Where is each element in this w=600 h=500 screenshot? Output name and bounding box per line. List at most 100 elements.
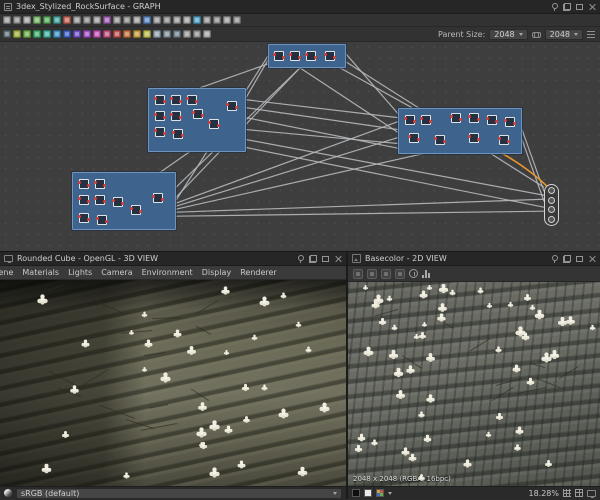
toolbar-icon[interactable] <box>223 16 231 24</box>
toolbar-icon[interactable] <box>213 16 221 24</box>
close-icon[interactable] <box>588 3 596 11</box>
graph-node[interactable] <box>274 51 284 61</box>
background-icon[interactable] <box>381 269 391 279</box>
atomic-node-icon[interactable] <box>103 30 111 38</box>
toolbar-icon[interactable] <box>43 16 51 24</box>
atomic-node-icon[interactable] <box>163 30 171 38</box>
toolbar-icon[interactable] <box>123 16 131 24</box>
atomic-node-icon[interactable] <box>143 30 151 38</box>
info-icon[interactable] <box>409 269 418 278</box>
graph-node[interactable] <box>469 133 479 143</box>
link-icon[interactable] <box>532 32 541 37</box>
node-cluster[interactable] <box>72 172 176 230</box>
toolbar-icon[interactable] <box>153 16 161 24</box>
atomic-node-icon[interactable] <box>43 30 51 38</box>
graph-node[interactable] <box>79 213 89 223</box>
graph-node[interactable] <box>451 113 461 123</box>
toolbar-icon[interactable] <box>73 16 81 24</box>
menu-item-display[interactable]: Display <box>202 268 232 277</box>
float-window-icon[interactable] <box>309 255 317 263</box>
fit-view-icon[interactable] <box>587 490 596 497</box>
atomic-node-icon[interactable] <box>23 30 31 38</box>
graph-node[interactable] <box>193 109 203 119</box>
graph-node[interactable] <box>290 51 300 61</box>
toolbar-icon[interactable] <box>13 16 21 24</box>
graph-node[interactable] <box>171 111 181 121</box>
graph-node[interactable] <box>155 95 165 105</box>
background-checker-swatch[interactable] <box>376 489 384 497</box>
float-window-icon[interactable] <box>563 3 571 11</box>
graph-node[interactable] <box>435 135 445 145</box>
pixel-grid-icon[interactable] <box>575 489 583 497</box>
grid-icon[interactable] <box>563 489 571 497</box>
toolbar-menu-icon[interactable] <box>587 31 595 38</box>
graph-node[interactable] <box>487 115 497 125</box>
graph-node[interactable] <box>499 135 509 145</box>
graph-node[interactable] <box>95 179 105 189</box>
toolbar-icon[interactable] <box>173 16 181 24</box>
toolbar-icon[interactable] <box>33 16 41 24</box>
toolbar-icon[interactable] <box>203 16 211 24</box>
menu-item-materials[interactable]: Materials <box>22 268 59 277</box>
toolbar-icon[interactable] <box>133 16 141 24</box>
graph-node[interactable] <box>79 179 89 189</box>
atomic-node-icon[interactable] <box>33 30 41 38</box>
toolbar-icon[interactable] <box>3 16 11 24</box>
graph-node[interactable] <box>155 111 165 121</box>
toolbar-icon[interactable] <box>53 16 61 24</box>
pin-icon[interactable] <box>551 3 558 11</box>
toolbar-icon[interactable] <box>83 16 91 24</box>
graph-node[interactable] <box>405 115 415 125</box>
toolbar-icon[interactable] <box>163 16 171 24</box>
atomic-node-icon[interactable] <box>53 30 61 38</box>
toolbar-icon[interactable] <box>113 16 121 24</box>
graph-node[interactable] <box>153 193 163 203</box>
atomic-node-icon[interactable] <box>123 30 131 38</box>
toolbar-icon[interactable] <box>93 16 101 24</box>
toolbar-icon[interactable] <box>143 16 151 24</box>
toolbar-icon[interactable] <box>183 16 191 24</box>
graph-node[interactable] <box>187 95 197 105</box>
float-window-icon[interactable] <box>563 255 571 263</box>
graph-node[interactable] <box>227 101 237 111</box>
pin-icon[interactable] <box>297 255 304 263</box>
output-size-dropdown[interactable]: 2048 <box>545 29 583 40</box>
atomic-node-icon[interactable] <box>73 30 81 38</box>
parent-size-dropdown[interactable]: 2048 <box>489 29 527 40</box>
node-cluster[interactable] <box>148 88 246 152</box>
graph-canvas[interactable] <box>0 42 600 251</box>
atomic-node-icon[interactable] <box>113 30 121 38</box>
toolbar-icon[interactable] <box>23 16 31 24</box>
graph-node[interactable] <box>409 133 419 143</box>
maximize-icon[interactable] <box>576 256 583 262</box>
menu-item-camera[interactable]: Camera <box>101 268 132 277</box>
background-white-swatch[interactable] <box>364 489 372 497</box>
graph-node[interactable] <box>131 205 141 215</box>
graph-node[interactable] <box>325 51 335 61</box>
atomic-node-icon[interactable] <box>83 30 91 38</box>
toolbar-icon[interactable] <box>63 16 71 24</box>
viewport-3d[interactable] <box>0 280 346 486</box>
graph-node[interactable] <box>173 129 183 139</box>
graph-node[interactable] <box>97 215 107 225</box>
atomic-node-icon[interactable] <box>153 30 161 38</box>
atomic-node-icon[interactable] <box>203 30 211 38</box>
export-icon[interactable] <box>367 269 377 279</box>
toolbar-icon[interactable] <box>103 16 111 24</box>
toolbar-icon[interactable] <box>193 16 201 24</box>
channels-icon[interactable] <box>395 269 405 279</box>
atomic-node-icon[interactable] <box>93 30 101 38</box>
graph-node[interactable] <box>155 127 165 137</box>
graph-node[interactable] <box>113 197 123 207</box>
colorspace-dropdown[interactable]: sRGB (default) <box>16 488 342 499</box>
graph-node[interactable] <box>171 95 181 105</box>
close-icon[interactable] <box>588 255 596 263</box>
pin-icon[interactable] <box>551 255 558 263</box>
menu-item-lights[interactable]: Lights <box>68 268 92 277</box>
graph-node[interactable] <box>209 119 219 129</box>
chevron-down-icon[interactable] <box>388 492 392 495</box>
graph-node[interactable] <box>505 117 515 127</box>
atomic-node-icon[interactable] <box>173 30 181 38</box>
background-black-swatch[interactable] <box>352 489 360 497</box>
atomic-node-icon[interactable] <box>13 30 21 38</box>
